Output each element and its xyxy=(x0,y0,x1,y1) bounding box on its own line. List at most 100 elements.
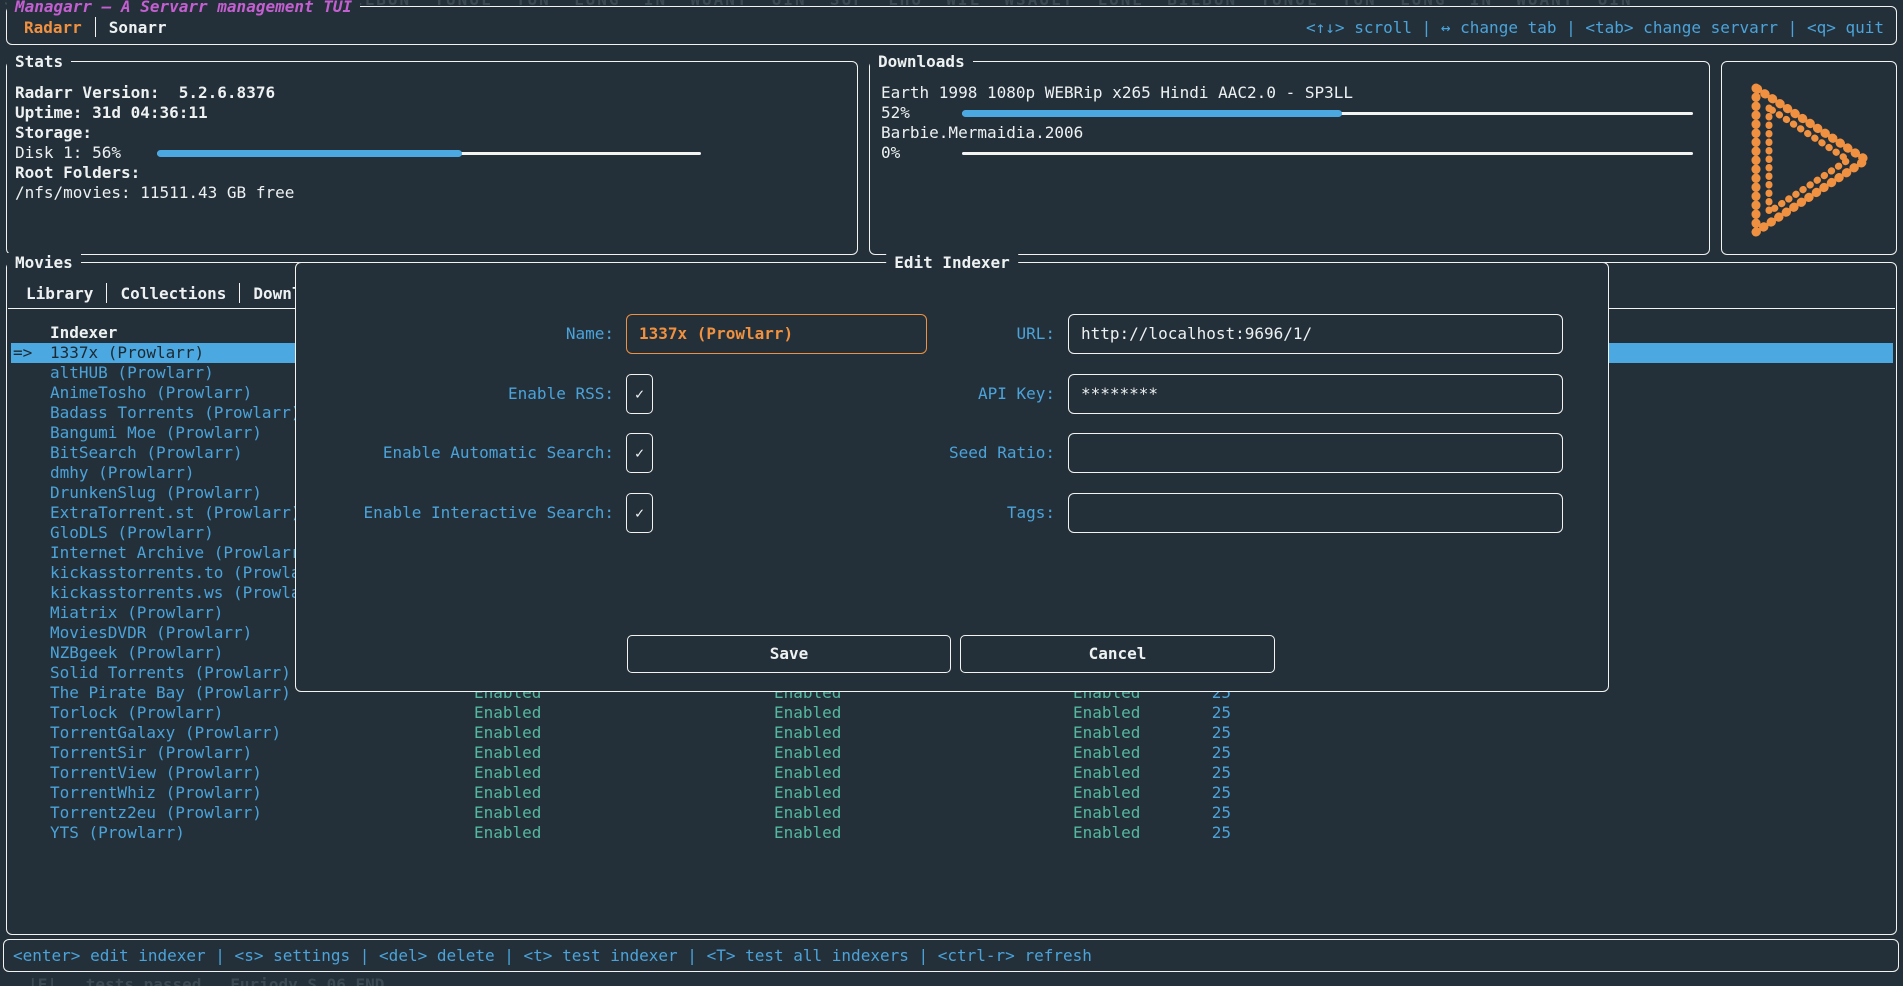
download-progress-line: 52% xyxy=(881,103,1701,123)
download-percent: 52% xyxy=(881,103,936,123)
enable-interactive-search-checkbox[interactable]: ✓ xyxy=(626,493,653,533)
indexer-name: DrunkenSlug (Prowlarr) xyxy=(50,483,262,503)
rss-cell: Enabled xyxy=(474,763,541,783)
rss-cell: Enabled xyxy=(474,823,541,843)
servarr-tabs: Radarr Sonarr xyxy=(16,16,175,38)
indexer-name: ExtraTorrent.st (Prowlarr) xyxy=(50,503,300,523)
tags-input[interactable] xyxy=(1068,493,1563,533)
selection-arrow-icon: => xyxy=(13,343,32,363)
indexer-name: TorrentView (Prowlarr) xyxy=(50,763,262,783)
indexer-row[interactable]: TorrentSir (Prowlarr)EnabledEnabledEnabl… xyxy=(11,743,1893,763)
stats-panel: Stats Radarr Version: 5.2.6.8376Uptime: … xyxy=(6,61,858,255)
url-label: URL: xyxy=(726,314,1055,354)
disk-progress-bar xyxy=(157,150,701,157)
automatic-search-cell: Enabled xyxy=(774,763,841,783)
indexer-name: kickasstorrents.to (Prowlarr) xyxy=(50,563,329,583)
indexer-row[interactable]: TorrentGalaxy (Prowlarr)EnabledEnabledEn… xyxy=(11,723,1893,743)
indexer-name: Bangumi Moe (Prowlarr) xyxy=(50,423,262,443)
enable-automatic-search-label: Enable Automatic Search: xyxy=(296,433,614,473)
rss-cell: Enabled xyxy=(474,723,541,743)
rss-cell: Enabled xyxy=(474,803,541,823)
download-progress-bar xyxy=(962,150,1693,157)
stats-line: /nfs/movies: 11511.43 GB free xyxy=(15,183,849,203)
rss-cell: Enabled xyxy=(474,783,541,803)
rss-cell: Enabled xyxy=(474,743,541,763)
indexer-name: GloDLS (Prowlarr) xyxy=(50,523,214,543)
stats-line-text: Storage: xyxy=(15,123,92,143)
tab-separator xyxy=(106,283,107,303)
indexer-name: Miatrix (Prowlarr) xyxy=(50,603,223,623)
footer-keybinds-hint: <enter> edit indexer | <s> settings | <d… xyxy=(13,940,1092,971)
check-icon: ✓ xyxy=(635,385,644,403)
stats-line-text: Root Folders: xyxy=(15,163,140,183)
stats-line: Uptime: 31d 04:36:11 xyxy=(15,103,849,123)
priority-cell: 25 xyxy=(1131,703,1231,723)
edit-indexer-modal: Edit Indexer Name: 1337x (Prowlarr) URL:… xyxy=(295,262,1609,692)
indexer-name: Torlock (Prowlarr) xyxy=(50,703,223,723)
enable-rss-label: Enable RSS: xyxy=(296,374,614,414)
indexer-name: TorrentGalaxy (Prowlarr) xyxy=(50,723,281,743)
enable-rss-checkbox[interactable]: ✓ xyxy=(626,374,653,414)
indexer-row[interactable]: Torlock (Prowlarr)EnabledEnabledEnabled2… xyxy=(11,703,1893,723)
indexer-name: The Pirate Bay (Prowlarr) xyxy=(50,683,291,703)
indexer-name: kickasstorrents.ws (Prowlarr) xyxy=(50,583,329,603)
indexer-row[interactable]: YTS (Prowlarr)EnabledEnabledEnabled25 xyxy=(11,823,1893,843)
check-icon: ✓ xyxy=(635,504,644,522)
footer-bar: <enter> edit indexer | <s> settings | <d… xyxy=(3,939,1899,972)
stats-line: Radarr Version: 5.2.6.8376 xyxy=(15,83,849,103)
indexer-row[interactable]: Torrentz2eu (Prowlarr)EnabledEnabledEnab… xyxy=(11,803,1893,823)
downloads-panel: Downloads Earth 1998 1080p WEBRip x265 H… xyxy=(869,61,1710,255)
save-button[interactable]: Save xyxy=(627,635,951,673)
tab-separator xyxy=(239,283,240,303)
indexer-name: dmhy (Prowlarr) xyxy=(50,463,195,483)
rss-cell: Enabled xyxy=(474,703,541,723)
automatic-search-cell: Enabled xyxy=(774,823,841,843)
managarr-play-logo-icon xyxy=(1742,74,1878,246)
automatic-search-cell: Enabled xyxy=(774,703,841,723)
indexer-row[interactable]: TorrentWhiz (Prowlarr)EnabledEnabledEnab… xyxy=(11,783,1893,803)
modal-title: Edit Indexer xyxy=(886,253,1018,272)
url-input[interactable]: http://localhost:9696/1/ xyxy=(1068,314,1563,354)
api-key-label: API Key: xyxy=(726,374,1055,414)
priority-cell: 25 xyxy=(1131,763,1231,783)
cancel-button[interactable]: Cancel xyxy=(960,635,1275,673)
indexer-column-header: Indexer xyxy=(50,323,117,343)
indexer-name: TorrentWhiz (Prowlarr) xyxy=(50,783,262,803)
header-panel: Managarr — A Servarr management TUI Rada… xyxy=(6,6,1897,45)
downloads-panel-title: Downloads xyxy=(870,52,973,71)
stats-line: Disk 1: 56% xyxy=(15,143,849,163)
tab-separator xyxy=(95,17,96,37)
movies-panel-title: Movies xyxy=(7,253,81,272)
enable-automatic-search-checkbox[interactable]: ✓ xyxy=(626,433,653,473)
indexer-name: NZBgeek (Prowlarr) xyxy=(50,643,223,663)
indexer-name: 1337x (Prowlarr) xyxy=(50,343,204,363)
check-icon: ✓ xyxy=(635,444,644,462)
logo-panel xyxy=(1721,61,1897,255)
priority-cell: 25 xyxy=(1131,783,1231,803)
tab-radarr[interactable]: Radarr xyxy=(16,18,90,37)
indexer-name: Badass Torrents (Prowlarr) xyxy=(50,403,300,423)
indexer-row[interactable]: TorrentView (Prowlarr)EnabledEnabledEnab… xyxy=(11,763,1893,783)
tab-library[interactable]: Library xyxy=(18,284,101,303)
download-items: Earth 1998 1080p WEBRip x265 Hindi AAC2.… xyxy=(881,83,1701,163)
scrollback-bottom: |F| tests passed Furiody S 06 END xyxy=(28,975,1228,986)
stats-line-text: Disk 1: 56% xyxy=(15,143,121,163)
download-title: Earth 1998 1080p WEBRip x265 Hindi AAC2.… xyxy=(881,83,1701,103)
priority-cell: 25 xyxy=(1131,803,1231,823)
scrollback-bottom-text: |F| tests passed Furiody S 06 END xyxy=(28,975,384,986)
app-title: Managarr — A Servarr management TUI xyxy=(7,0,360,16)
priority-cell: 25 xyxy=(1131,823,1231,843)
tab-collections[interactable]: Collections xyxy=(112,284,234,303)
automatic-search-cell: Enabled xyxy=(774,743,841,763)
seed-ratio-label: Seed Ratio: xyxy=(726,433,1055,473)
indexer-name: MoviesDVDR (Prowlarr) xyxy=(50,623,252,643)
name-label: Name: xyxy=(296,314,614,354)
download-progress-line: 0% xyxy=(881,143,1701,163)
indexer-name: Torrentz2eu (Prowlarr) xyxy=(50,803,262,823)
seed-ratio-input[interactable] xyxy=(1068,433,1563,473)
indexer-name: BitSearch (Prowlarr) xyxy=(50,443,243,463)
automatic-search-cell: Enabled xyxy=(774,723,841,743)
stats-lines: Radarr Version: 5.2.6.8376Uptime: 31d 04… xyxy=(15,83,849,203)
api-key-input[interactable]: ******** xyxy=(1068,374,1563,414)
tab-sonarr[interactable]: Sonarr xyxy=(101,18,175,37)
